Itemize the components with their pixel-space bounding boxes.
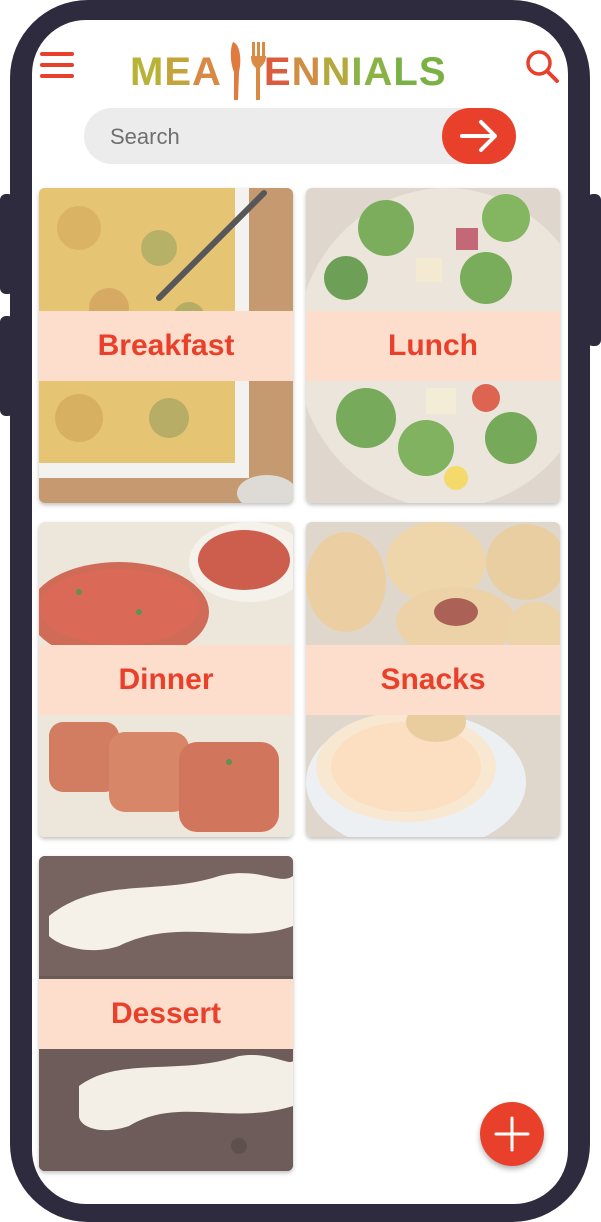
category-label: Breakfast (97, 329, 235, 362)
search-input[interactable] (108, 118, 432, 156)
category-label-band: Breakfast (39, 311, 293, 381)
category-card-lunch[interactable]: Lunch (306, 188, 560, 503)
search-submit-button[interactable] (442, 108, 516, 164)
search-icon[interactable] (524, 48, 560, 84)
category-label: Dinner (118, 663, 214, 696)
phone-side-button-left-bottom (0, 316, 14, 416)
category-label-band: Dessert (39, 979, 293, 1049)
phone-side-button-right (587, 194, 601, 346)
plus-icon (494, 1116, 530, 1152)
app-screen: MEA ENNIALS Search Breakfast Lunch Dinne… (32, 20, 568, 1204)
category-card-breakfast[interactable]: Breakfast (39, 188, 293, 503)
hamburger-menu-icon[interactable] (40, 50, 76, 78)
category-label: Lunch (388, 329, 478, 362)
app-logo: MEA ENNIALS (130, 32, 470, 102)
category-label-band: Snacks (306, 645, 560, 715)
category-card-snacks[interactable]: Snacks (306, 522, 560, 837)
category-label-band: Dinner (39, 645, 293, 715)
arrow-right-icon (460, 120, 497, 152)
category-label-band: Lunch (306, 311, 560, 381)
add-button[interactable] (480, 1102, 544, 1166)
category-label: Snacks (380, 663, 486, 696)
category-label: Dessert (110, 997, 222, 1030)
phone-side-button-left-top (0, 194, 14, 294)
category-card-dinner[interactable]: Dinner (39, 522, 293, 837)
logo-wordmark: MEA ENNIALS (130, 50, 447, 94)
category-card-dessert[interactable]: Dessert (39, 856, 293, 1171)
